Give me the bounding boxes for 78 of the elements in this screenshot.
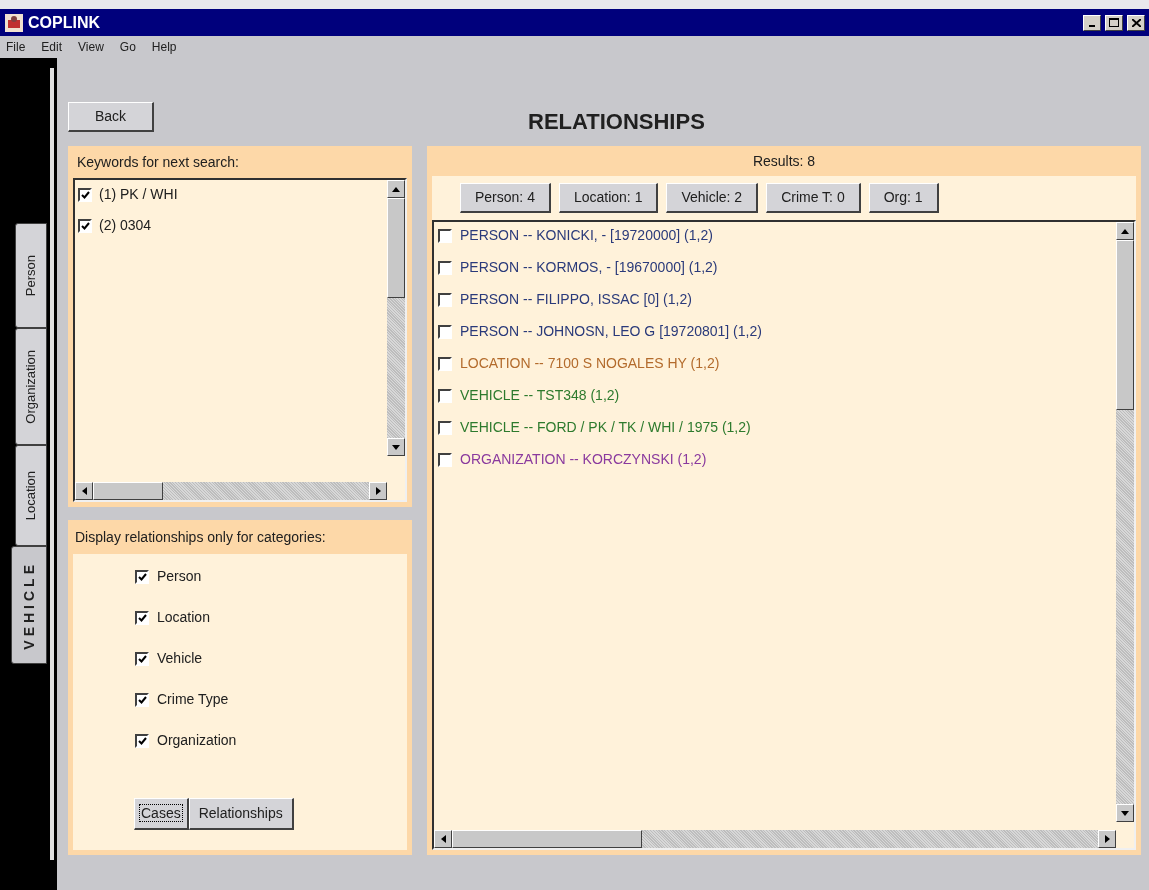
left-arrow-icon	[81, 487, 87, 495]
menu-item[interactable]: Help	[151, 38, 177, 56]
checkmark-icon	[137, 736, 147, 745]
checkbox[interactable]	[438, 452, 452, 467]
left-arrow-icon	[440, 835, 446, 843]
back-button[interactable]: Back	[68, 102, 154, 132]
side-tab[interactable]: VEHICLE	[11, 546, 47, 664]
up-arrow-icon	[392, 186, 400, 192]
keyword-label: (1) PK / WHI	[99, 185, 178, 204]
right-arrow-icon	[1104, 835, 1110, 843]
vertical-scrollbar[interactable]	[387, 180, 405, 456]
menu-item[interactable]: Go	[119, 38, 136, 56]
filter-button[interactable]: Vehicle: 2	[666, 183, 759, 213]
right-arrow-icon	[375, 487, 381, 495]
result-item[interactable]: VEHICLE -- TST348 (1,2)	[460, 385, 620, 406]
checkmark-icon	[137, 613, 147, 622]
down-arrow-icon	[392, 444, 400, 450]
checkmark-icon	[137, 572, 147, 581]
checkbox[interactable]	[78, 187, 92, 202]
checkmark-icon	[80, 221, 90, 230]
checkbox[interactable]	[135, 610, 149, 625]
menu-item[interactable]: Edit	[41, 38, 63, 56]
down-arrow-icon	[1121, 810, 1129, 816]
minimize-button[interactable]	[1083, 14, 1101, 31]
action-button[interactable]: Relationships	[188, 798, 294, 830]
close-icon	[1131, 18, 1141, 27]
result-item[interactable]: ORGANIZATION -- KORCZYNSKI (1,2)	[460, 449, 707, 470]
side-tab[interactable]: Location	[15, 445, 47, 546]
checkbox[interactable]	[135, 569, 149, 584]
up-arrow-icon	[1121, 228, 1129, 234]
result-item[interactable]: PERSON -- JOHNOSN, LEO G [19720801] (1,2)	[460, 321, 762, 342]
panel-heading: Display relationships only for categories:	[74, 527, 327, 547]
app-icon	[4, 12, 24, 33]
filter-button[interactable]: Crime T: 0	[766, 183, 861, 213]
filter-button[interactable]: Org: 1	[868, 183, 939, 213]
keyword-label: (2) 0304	[99, 216, 152, 235]
checkmark-icon	[137, 654, 147, 663]
window-title: COPLINK	[28, 12, 100, 33]
vertical-scrollbar[interactable]	[1116, 222, 1134, 822]
minimize-icon	[1089, 24, 1095, 27]
checkbox[interactable]	[438, 228, 452, 243]
category-label: Crime Type	[157, 690, 229, 709]
menu-item[interactable]: File	[6, 38, 26, 56]
category-label: Organization	[157, 731, 237, 750]
category-label: Person	[157, 567, 202, 586]
checkbox[interactable]	[135, 733, 149, 748]
checkbox[interactable]	[438, 324, 452, 339]
result-item[interactable]: PERSON -- KORMOS, - [19670000] (1,2)	[460, 257, 718, 278]
category-label: Vehicle	[157, 649, 203, 668]
panel-heading: Keywords for next search:	[76, 152, 240, 172]
checkmark-icon	[80, 190, 90, 199]
page-title: RELATIONSHIPS	[528, 108, 705, 136]
maximize-button[interactable]	[1105, 14, 1123, 31]
filter-button[interactable]: Location: 1	[558, 183, 659, 213]
maximize-icon	[1109, 18, 1119, 27]
category-label: Location	[157, 608, 210, 627]
checkbox[interactable]	[135, 692, 149, 707]
menu-item[interactable]: View	[78, 38, 104, 56]
side-tab[interactable]: Person	[15, 223, 47, 328]
result-item[interactable]: PERSON -- KONICKI, - [19720000] (1,2)	[460, 225, 713, 246]
side-tab[interactable]: Organization	[15, 328, 47, 445]
checkbox[interactable]	[135, 651, 149, 666]
action-button[interactable]: Cases	[134, 798, 189, 830]
close-button[interactable]	[1127, 14, 1145, 31]
result-item[interactable]: PERSON -- FILIPPO, ISSAC [0] (1,2)	[460, 289, 692, 310]
results-heading: Results: 8	[751, 151, 817, 171]
horizontal-scrollbar[interactable]	[75, 482, 387, 500]
checkbox[interactable]	[438, 420, 452, 435]
horizontal-scrollbar[interactable]	[434, 830, 1116, 848]
checkbox[interactable]	[438, 388, 452, 403]
checkbox[interactable]	[78, 218, 92, 233]
result-item[interactable]: LOCATION -- 7100 S NOGALES HY (1,2)	[460, 353, 720, 374]
checkbox[interactable]	[438, 356, 452, 371]
filter-button[interactable]: Person: 4	[460, 183, 551, 213]
checkbox[interactable]	[438, 260, 452, 275]
checkbox[interactable]	[438, 292, 452, 307]
result-item[interactable]: VEHICLE -- FORD / PK / TK / WHI / 1975 (1,2)	[460, 417, 751, 438]
checkmark-icon	[137, 695, 147, 704]
